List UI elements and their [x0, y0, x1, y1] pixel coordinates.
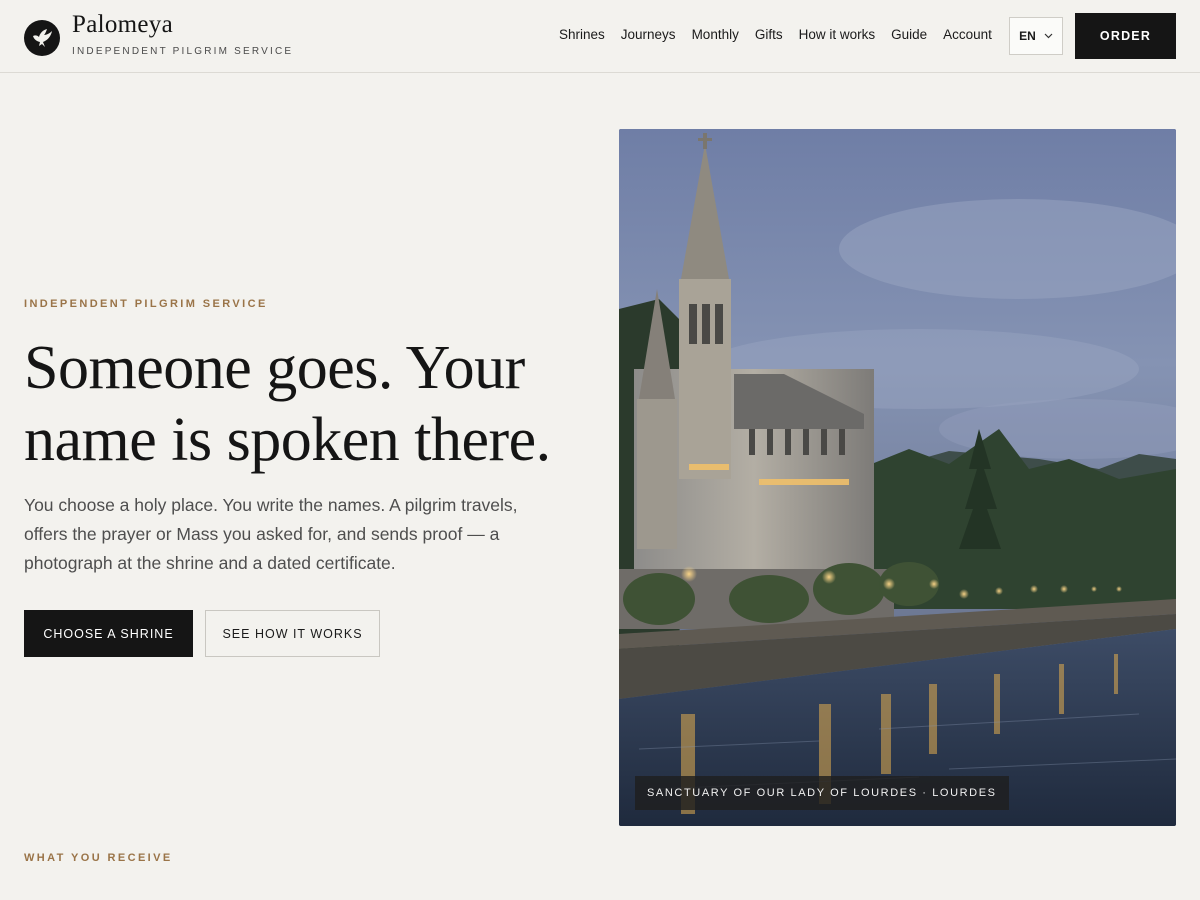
photo-caption: SANCTUARY OF OUR LADY OF LOURDES · LOURD…: [635, 776, 1009, 810]
nav-how-it-works[interactable]: How it works: [799, 26, 876, 44]
hero-shrine-photo: SANCTUARY OF OUR LADY OF LOURDES · LOURD…: [619, 129, 1176, 826]
see-how-it-works-button[interactable]: SEE HOW IT WORKS: [205, 610, 380, 657]
nav-shrines[interactable]: Shrines: [559, 26, 605, 44]
nav-journeys[interactable]: Journeys: [621, 26, 676, 44]
brand-tagline: INDEPENDENT PILGRIM SERVICE: [72, 46, 294, 57]
hero-description: You choose a holy place. You write the n…: [24, 495, 518, 573]
site-header: Palomeya INDEPENDENT PILGRIM SERVICE Shr…: [0, 0, 1200, 73]
brand-text: Palomeya INDEPENDENT PILGRIM SERVICE: [72, 11, 294, 58]
choose-shrine-button[interactable]: CHOOSE A SHRINE: [24, 610, 193, 657]
order-button[interactable]: ORDER: [1075, 13, 1176, 59]
nav-account[interactable]: Account: [943, 26, 992, 44]
basilica-illustration: [619, 129, 1176, 826]
hero-eyebrow: INDEPENDENT PILGRIM SERVICE: [24, 298, 268, 310]
nav-gifts[interactable]: Gifts: [755, 26, 783, 44]
chevron-down-icon: [1044, 33, 1053, 39]
what-you-receive-eyebrow: WHAT YOU RECEIVE: [24, 852, 173, 864]
main-nav: Shrines Journeys Monthly Gifts How it wo…: [559, 26, 1008, 44]
brand-name: Palomeya: [72, 11, 173, 38]
dove-icon: [24, 19, 60, 56]
language-selector[interactable]: EN: [1009, 17, 1063, 55]
nav-guide[interactable]: Guide: [891, 26, 927, 44]
brand-home-link[interactable]: Palomeya INDEPENDENT PILGRIM SERVICE: [24, 12, 293, 57]
language-code: EN: [1019, 29, 1036, 43]
nav-monthly[interactable]: Monthly: [692, 26, 739, 44]
hero-title: Someone goes. Your name is spoken there.: [24, 334, 551, 474]
